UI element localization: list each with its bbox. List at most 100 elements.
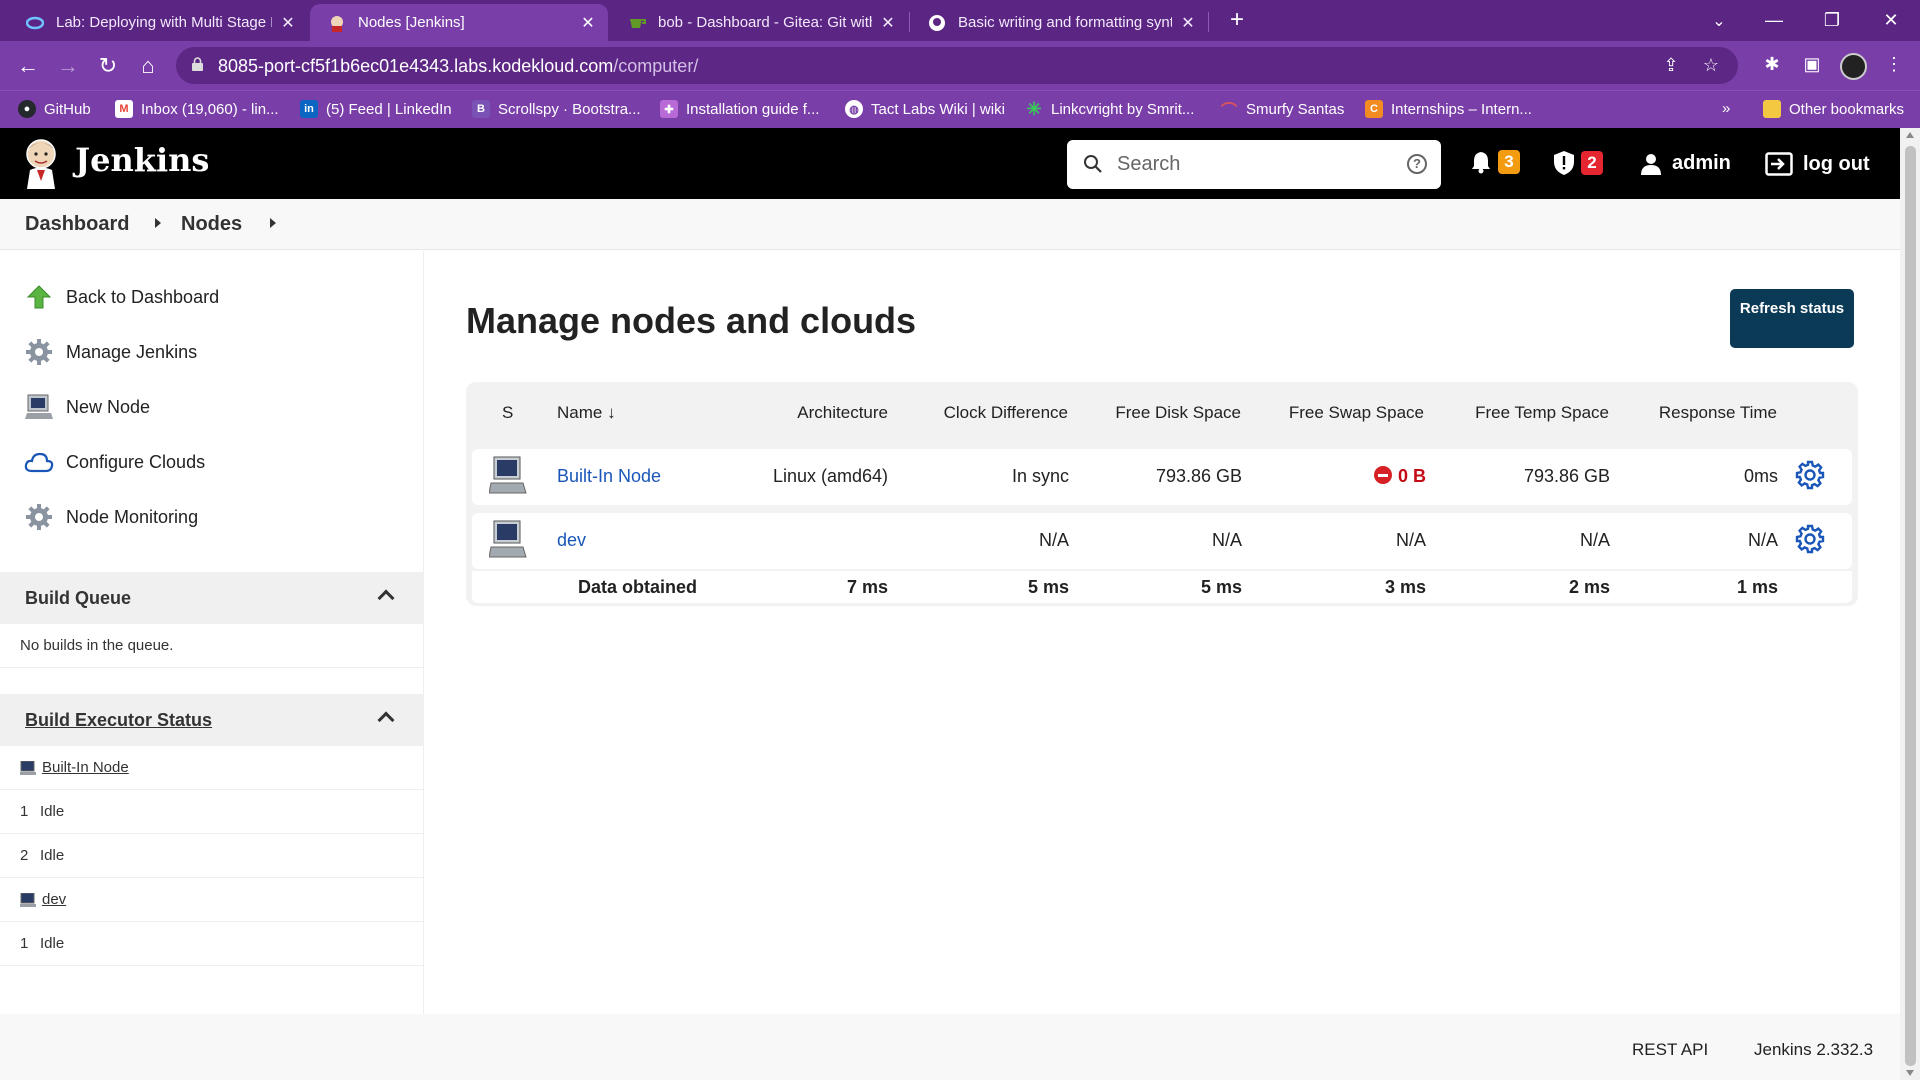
- bookmark-item[interactable]: ✚ Installation guide f...: [660, 100, 819, 118]
- cell-temp: 2 ms: [1568, 577, 1610, 597]
- breadcrumb-nodes[interactable]: Nodes: [181, 213, 242, 236]
- bookmark-item[interactable]: ◍ Tact Labs Wiki | wiki: [845, 100, 1005, 118]
- cell-temp: N/A: [1579, 530, 1610, 550]
- github-icon: ●: [18, 100, 36, 118]
- jenkins-version-link[interactable]: Jenkins 2.332.3: [1754, 1040, 1873, 1060]
- browser-tab[interactable]: Basic writing and formatting synt ✕: [910, 4, 1208, 41]
- executor-node-builtin[interactable]: Built-In Node: [0, 746, 424, 790]
- cell-response: 1 ms: [1736, 577, 1778, 597]
- task-back-to-dashboard[interactable]: Back to Dashboard: [24, 282, 219, 312]
- bookmark-item[interactable]: ✳ Linkcvright by Smrit...: [1025, 99, 1194, 119]
- configure-node-gear-icon[interactable]: [1795, 524, 1825, 554]
- search-input[interactable]: [1117, 150, 1387, 178]
- breadcrumb-dashboard[interactable]: Dashboard: [25, 213, 129, 236]
- browser-tab-active[interactable]: Nodes [Jenkins] ✕: [310, 4, 608, 41]
- cloud-icon: [24, 447, 54, 477]
- scrollbar-thumb[interactable]: [1905, 146, 1916, 1066]
- more-bookmarks-button[interactable]: »: [1722, 100, 1730, 117]
- browser-tab-bar: Lab: Deploying with Multi Stage Pi ✕ Nod…: [0, 0, 1920, 41]
- jenkins-title[interactable]: Jenkins: [75, 141, 209, 179]
- configure-node-gear-icon[interactable]: [1795, 460, 1825, 490]
- bookmark-item[interactable]: C Internships – Intern...: [1365, 100, 1532, 118]
- logout-button[interactable]: log out: [1765, 152, 1870, 176]
- star-icon[interactable]: ☆: [1700, 55, 1722, 77]
- github-icon: [928, 14, 946, 32]
- gmail-icon: M: [115, 100, 133, 118]
- rainbow-icon: ⌒: [1220, 103, 1237, 120]
- collapse-icon[interactable]: [377, 589, 395, 607]
- logout-icon: [1765, 152, 1793, 176]
- bookmark-item[interactable]: in (5) Feed | LinkedIn: [300, 100, 452, 118]
- computer-icon: [24, 392, 54, 422]
- executor-status-header[interactable]: Build Executor Status: [0, 694, 424, 746]
- close-tab-icon[interactable]: ✕: [1178, 13, 1198, 33]
- breadcrumb-chevron-icon[interactable]: [155, 218, 161, 228]
- cell-swap: 3 ms: [1384, 577, 1426, 597]
- bookmarks-bar: ● GitHub M Inbox (19,060) - lin... in (5…: [0, 90, 1920, 128]
- rest-api-link[interactable]: REST API: [1632, 1040, 1708, 1060]
- task-new-node[interactable]: New Node: [24, 392, 150, 422]
- reload-button[interactable]: ↻: [92, 50, 124, 82]
- column-header-swap[interactable]: Free Swap Space: [1260, 403, 1424, 423]
- page-title: Manage nodes and clouds: [466, 300, 917, 341]
- browser-tab[interactable]: Lab: Deploying with Multi Stage Pi ✕: [8, 4, 308, 41]
- breadcrumb-chevron-icon[interactable]: [270, 218, 276, 228]
- forward-button[interactable]: →: [52, 50, 84, 82]
- search-box: ?: [1067, 140, 1441, 189]
- column-header-disk[interactable]: Free Disk Space: [1090, 403, 1241, 423]
- bookmark-item[interactable]: B Scrollspy · Bootstra...: [472, 100, 641, 118]
- close-tab-icon[interactable]: ✕: [278, 13, 298, 33]
- column-header-name[interactable]: Name ↓: [557, 403, 616, 423]
- page-scrollbar[interactable]: [1900, 128, 1920, 1080]
- task-configure-clouds[interactable]: Configure Clouds: [24, 447, 205, 477]
- tab-search-icon[interactable]: ⌄: [1690, 0, 1748, 41]
- cell-response: N/A: [1747, 530, 1778, 550]
- home-button[interactable]: ⌂: [132, 50, 164, 82]
- refresh-status-button[interactable]: Refresh status: [1730, 289, 1854, 348]
- notifications-button[interactable]: 3: [1470, 150, 1520, 174]
- avatar[interactable]: [1840, 53, 1867, 80]
- jenkins-logo-icon[interactable]: [22, 137, 60, 189]
- task-node-monitoring[interactable]: Node Monitoring: [24, 502, 198, 532]
- share-icon[interactable]: ⇪: [1660, 55, 1682, 77]
- executor-row: 1 Idle: [0, 922, 424, 966]
- maximize-button[interactable]: ❐: [1803, 0, 1861, 41]
- cell-swap: N/A: [1395, 530, 1426, 550]
- executor-node-dev[interactable]: dev: [0, 878, 424, 922]
- other-bookmarks[interactable]: Other bookmarks: [1763, 100, 1904, 118]
- user-menu[interactable]: admin: [1640, 152, 1731, 175]
- cell-disk: 5 ms: [1200, 577, 1242, 597]
- address-bar[interactable]: 8085-port-cf5f1b6ec01e4343.labs.kodeklou…: [176, 47, 1738, 84]
- node-link-builtin[interactable]: Built-In Node: [557, 466, 661, 487]
- build-queue-header[interactable]: Build Queue: [0, 572, 424, 624]
- new-tab-button[interactable]: +: [1222, 6, 1252, 36]
- side-panel-icon[interactable]: ▣: [1800, 54, 1824, 78]
- cell-response: 0ms: [1743, 466, 1778, 486]
- help-icon[interactable]: ?: [1407, 154, 1427, 174]
- task-manage-jenkins[interactable]: Manage Jenkins: [24, 337, 197, 367]
- close-tab-icon[interactable]: ✕: [878, 13, 898, 33]
- scroll-down-icon[interactable]: [1906, 1070, 1914, 1076]
- browser-tab[interactable]: bob - Dashboard - Gitea: Git with ✕: [610, 4, 908, 41]
- column-header-temp[interactable]: Free Temp Space: [1440, 403, 1609, 423]
- scroll-up-icon[interactable]: [1906, 132, 1914, 138]
- menu-icon[interactable]: ⋮: [1882, 54, 1906, 78]
- column-header-clock[interactable]: Clock Difference: [900, 403, 1068, 423]
- extensions-icon[interactable]: ✱: [1760, 54, 1784, 78]
- globe-icon: ◍: [845, 100, 863, 118]
- bookmark-item[interactable]: M Inbox (19,060) - lin...: [115, 100, 279, 118]
- jenkins-icon: [328, 14, 346, 32]
- column-header-architecture[interactable]: Architecture: [750, 403, 888, 423]
- back-button[interactable]: ←: [12, 50, 44, 82]
- column-header-response[interactable]: Response Time: [1620, 403, 1777, 423]
- node-link-dev[interactable]: dev: [557, 530, 586, 551]
- collapse-icon[interactable]: [377, 711, 395, 729]
- close-tab-icon[interactable]: ✕: [578, 13, 598, 33]
- bookmark-item[interactable]: ⌒ Smurfy Santas: [1220, 100, 1344, 121]
- security-button[interactable]: 2: [1553, 150, 1603, 176]
- column-header-status[interactable]: S: [502, 403, 513, 423]
- close-window-button[interactable]: ✕: [1862, 0, 1920, 41]
- minimize-button[interactable]: —: [1745, 0, 1803, 41]
- cell-swap: 0 B: [1260, 466, 1426, 487]
- bookmark-item[interactable]: ● GitHub: [18, 100, 91, 118]
